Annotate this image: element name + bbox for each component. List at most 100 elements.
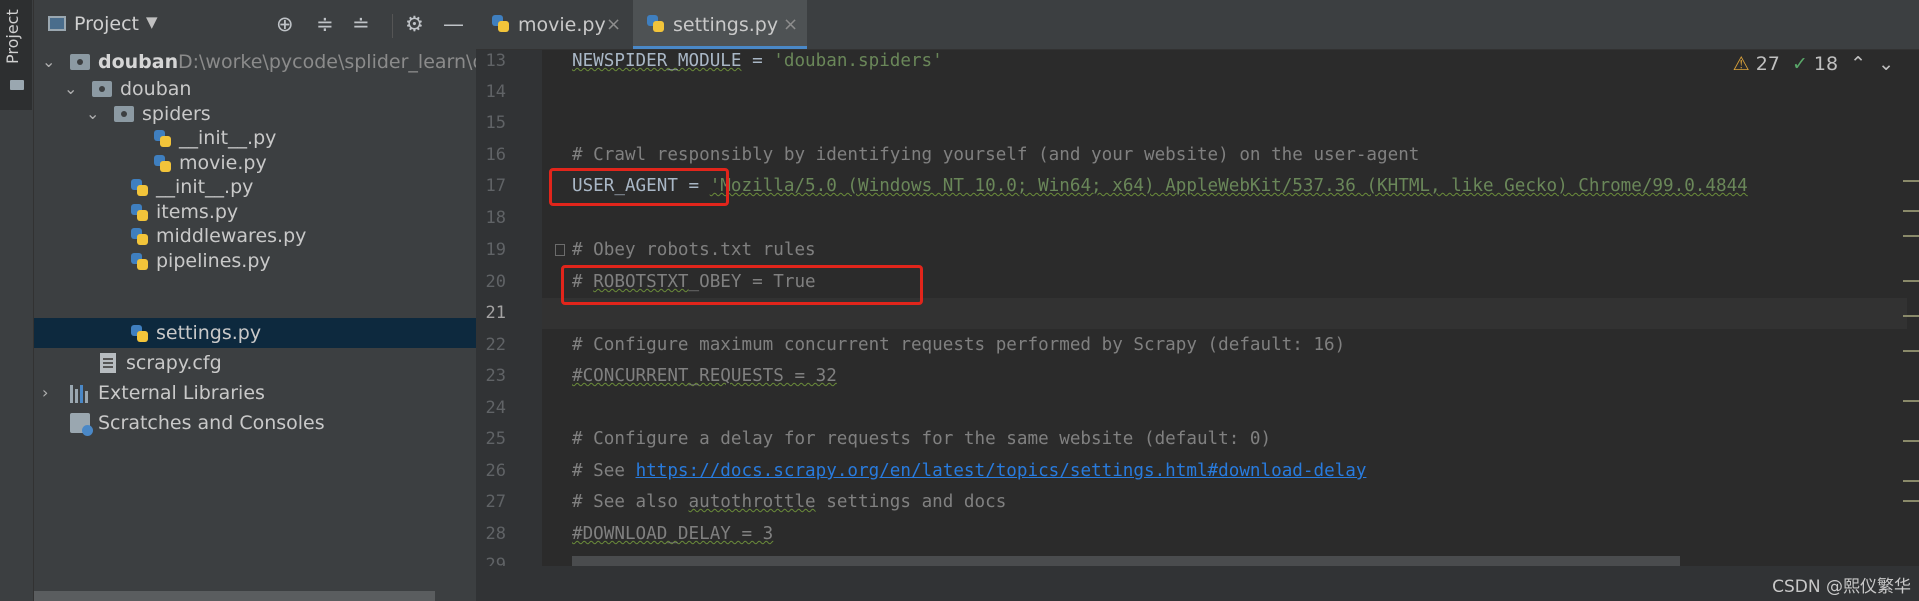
tree-item-label: External Libraries bbox=[98, 382, 265, 404]
minimize-icon[interactable]: — bbox=[443, 12, 464, 36]
code-token: 'douban.spiders' bbox=[773, 51, 943, 71]
python-file-icon bbox=[131, 204, 149, 222]
editor-bottom-bar bbox=[476, 566, 1919, 601]
python-file-icon bbox=[131, 325, 149, 343]
line-number: 19 bbox=[485, 240, 506, 260]
project-tool-tab-label: Project bbox=[3, 9, 22, 64]
code-token: 'Mozilla/5.0 (Windows NT 10.0; Win64; x6… bbox=[709, 176, 1748, 196]
line-number: 17 bbox=[485, 176, 506, 196]
code-line-23[interactable]: #CONCURRENT_REQUESTS = 32 bbox=[572, 361, 837, 392]
code-token: settings and docs bbox=[815, 492, 1007, 512]
check-icon: ✓ bbox=[1791, 53, 1808, 75]
code-line-16[interactable]: # Crawl responsibly by identifying yours… bbox=[572, 140, 1419, 171]
line-number: 27 bbox=[485, 492, 506, 512]
chevron-up-icon[interactable]: ⌃ bbox=[1850, 53, 1866, 75]
tab-movie[interactable]: movie.py × bbox=[476, 0, 632, 49]
code-line-25[interactable]: # Configure a delay for requests for the… bbox=[572, 424, 1271, 455]
code-line-27[interactable]: # See also autothrottle settings and doc… bbox=[572, 487, 1006, 518]
warning-count: 27 bbox=[1755, 53, 1780, 75]
python-file-icon bbox=[131, 253, 149, 271]
line-number: 14 bbox=[485, 82, 506, 102]
python-file-icon bbox=[131, 179, 149, 197]
code-line-19[interactable]: # Obey robots.txt rules bbox=[572, 235, 816, 266]
python-file-icon bbox=[492, 15, 510, 33]
horizontal-scrollbar[interactable] bbox=[34, 591, 435, 601]
line-number: 22 bbox=[485, 335, 506, 355]
folder-icon bbox=[10, 80, 24, 90]
code-token: # See bbox=[572, 461, 636, 481]
tree-item-douban-root[interactable]: ⌄ douban D:\worke\pycode\splider_learn\d… bbox=[34, 47, 508, 77]
code-line-26[interactable]: # See https://docs.scrapy.org/en/latest/… bbox=[572, 456, 1366, 487]
tab-settings[interactable]: settings.py × bbox=[633, 0, 807, 49]
editor-tabs: movie.py × settings.py × bbox=[476, 0, 1919, 50]
watermark: CSDN @熙仪繁华 bbox=[1772, 577, 1911, 597]
line-number: 28 bbox=[485, 524, 506, 544]
python-file-icon bbox=[154, 155, 172, 173]
error-stripe[interactable] bbox=[1903, 140, 1919, 520]
inspection-widget[interactable]: ⚠ 27 ✓ 18 ⌃ ⌄ bbox=[1727, 53, 1894, 75]
tree-item-scratches[interactable]: Scratches and Consoles bbox=[34, 408, 476, 438]
divider bbox=[392, 14, 393, 38]
folder-icon bbox=[114, 106, 134, 122]
warning-icon: ⚠ bbox=[1732, 53, 1750, 75]
tree-item-label: Scratches and Consoles bbox=[98, 412, 325, 434]
library-icon bbox=[70, 385, 90, 403]
python-file-icon bbox=[647, 15, 665, 33]
folder-icon bbox=[92, 81, 112, 97]
code-token: autothrottle bbox=[688, 492, 816, 512]
tree-item-external-libraries[interactable]: › External Libraries bbox=[34, 378, 476, 408]
collapse-all-icon[interactable]: ≐ bbox=[352, 12, 370, 36]
expand-all-icon[interactable]: ≑ bbox=[316, 12, 334, 36]
line-number: 24 bbox=[485, 398, 506, 418]
line-number: 15 bbox=[485, 113, 506, 133]
code-token: NEWSPIDER_MODULE bbox=[572, 51, 742, 71]
line-number: 20 bbox=[485, 272, 506, 292]
chevron-down-icon[interactable]: ⌄ bbox=[42, 47, 55, 77]
tree-item-label: scrapy.cfg bbox=[126, 352, 222, 374]
code-link[interactable]: https://docs.scrapy.org/en/latest/topics… bbox=[636, 461, 1367, 481]
gear-icon[interactable]: ⚙ bbox=[405, 12, 424, 36]
close-icon[interactable]: × bbox=[606, 0, 621, 50]
tool-window-strip: Project bbox=[0, 0, 34, 601]
folder-icon bbox=[70, 54, 90, 70]
code-line-13[interactable]: NEWSPIDER_MODULE = 'douban.spiders' bbox=[572, 46, 943, 77]
scratches-icon bbox=[70, 413, 93, 436]
close-icon[interactable]: × bbox=[783, 0, 798, 50]
config-file-icon bbox=[100, 353, 116, 373]
highlight-box bbox=[549, 168, 729, 206]
line-number: 26 bbox=[485, 461, 506, 481]
chevron-right-icon[interactable]: › bbox=[42, 378, 48, 408]
line-number: 23 bbox=[485, 366, 506, 386]
tree-item-path: D:\worke\pycode\splider_learn\dou bbox=[178, 51, 509, 73]
chevron-down-icon[interactable]: ⌄ bbox=[1878, 53, 1894, 75]
ok-count: 18 bbox=[1813, 53, 1839, 75]
line-number: 25 bbox=[485, 429, 506, 449]
code-token: = bbox=[741, 51, 774, 71]
tree-item-settings[interactable]: settings.py bbox=[34, 318, 476, 348]
line-number: 16 bbox=[485, 145, 506, 165]
line-number: 13 bbox=[485, 51, 506, 71]
tree-item-scrapy-cfg[interactable]: scrapy.cfg bbox=[34, 348, 476, 378]
code-line-28[interactable]: #DOWNLOAD_DELAY = 3 bbox=[572, 519, 773, 550]
tree-item-label: pipelines.py bbox=[156, 250, 271, 272]
project-panel: Project ▼ ⊕ ≑ ≐ ⚙ — ⌄ douban D:\worke\py… bbox=[34, 0, 508, 601]
tree-item-pipelines[interactable]: pipelines.py bbox=[34, 246, 476, 276]
project-view-selector[interactable]: Project bbox=[74, 13, 139, 35]
project-tool-tab[interactable]: Project bbox=[0, 0, 32, 110]
python-file-icon bbox=[154, 130, 172, 148]
fold-marker-icon[interactable] bbox=[555, 244, 565, 256]
chevron-down-icon[interactable]: ▼ bbox=[146, 13, 158, 31]
locate-icon[interactable]: ⊕ bbox=[276, 12, 294, 36]
code-token: # See also bbox=[572, 492, 689, 512]
line-number: 18 bbox=[485, 208, 506, 228]
tree-item-label: settings.py bbox=[156, 322, 262, 344]
tab-label: movie.py bbox=[518, 14, 606, 36]
code-line-22[interactable]: # Configure maximum concurrent requests … bbox=[572, 330, 1345, 361]
editor-horizontal-scrollbar[interactable] bbox=[572, 556, 1680, 566]
code-line-17[interactable]: USER_AGENT = 'Mozilla/5.0 (Windows NT 10… bbox=[572, 171, 1748, 202]
project-panel-header: Project ▼ ⊕ ≑ ≐ ⚙ — bbox=[34, 0, 476, 50]
tree-item-label: douban bbox=[98, 51, 179, 73]
tab-label: settings.py bbox=[673, 14, 779, 36]
python-file-icon bbox=[131, 228, 149, 246]
line-number: 21 bbox=[485, 303, 506, 323]
